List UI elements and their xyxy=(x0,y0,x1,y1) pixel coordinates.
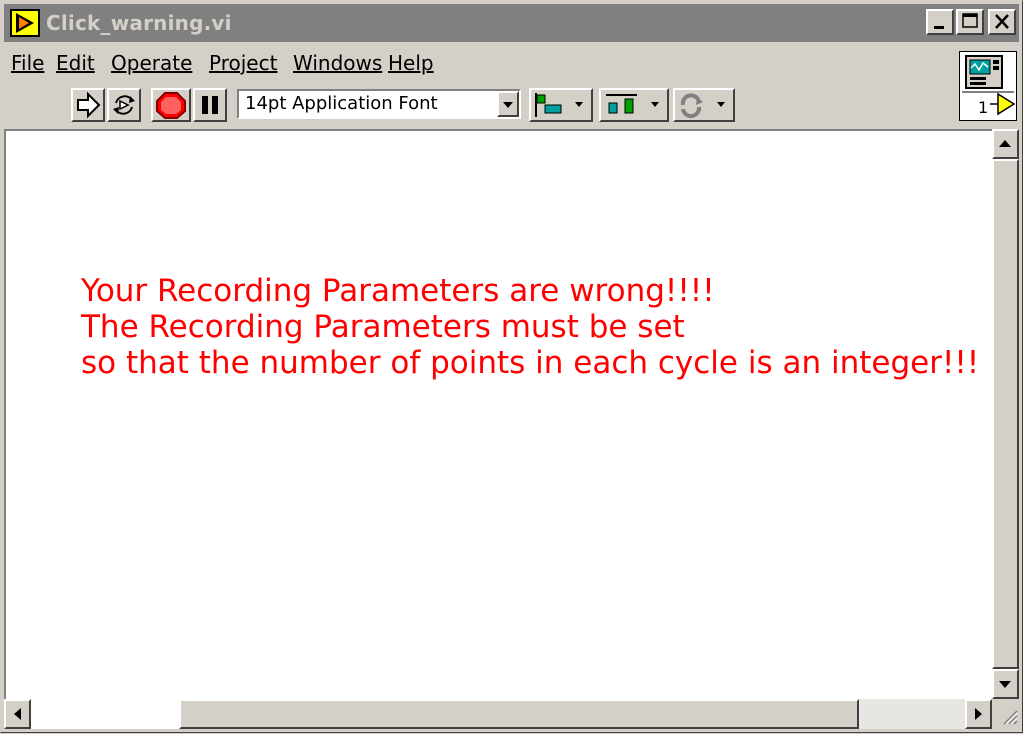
menu-file[interactable]: File xyxy=(11,51,44,75)
chevron-right-icon xyxy=(975,708,982,720)
menu-file-label: File xyxy=(11,51,45,75)
menu-windows-label: Windows xyxy=(293,51,383,75)
close-icon xyxy=(995,14,1009,29)
menu-help[interactable]: Help xyxy=(388,51,434,75)
scroll-left-button[interactable] xyxy=(4,699,31,729)
toolbar: 14pt Application Font xyxy=(1,81,951,125)
run-arrow-icon xyxy=(77,91,101,119)
pause-icon xyxy=(202,96,218,114)
chevron-left-icon xyxy=(14,708,21,720)
menu-edit[interactable]: Edit xyxy=(56,51,95,75)
abort-icon xyxy=(156,92,186,119)
horizontal-scrollbar[interactable] xyxy=(4,699,992,729)
chevron-down-icon xyxy=(503,102,513,108)
warning-line-1: Your Recording Parameters are wrong!!!! xyxy=(81,273,715,309)
align-objects-icon xyxy=(535,93,583,117)
menu-help-label: Help xyxy=(388,51,434,75)
scroll-up-button[interactable] xyxy=(992,129,1019,159)
font-ring-value: 14pt Application Font xyxy=(245,93,438,114)
minimize-button[interactable] xyxy=(926,9,954,35)
menu-windows[interactable]: Windows xyxy=(293,51,382,75)
chevron-down-icon xyxy=(999,681,1011,688)
run-button[interactable] xyxy=(71,88,105,122)
front-panel[interactable]: Your Recording Parameters are wrong!!!! … xyxy=(4,129,992,699)
menu-project-label: Project xyxy=(209,51,278,75)
warning-line-2: The Recording Parameters must be set xyxy=(81,309,685,345)
menu-edit-label: Edit xyxy=(56,51,95,75)
resize-grip-icon xyxy=(1003,710,1018,725)
warning-message: Your Recording Parameters are wrong!!!! … xyxy=(81,273,979,381)
vertical-scroll-thumb[interactable] xyxy=(992,159,1019,669)
reorder-icon xyxy=(680,93,725,119)
scroll-down-button[interactable] xyxy=(992,669,1019,699)
labview-vi-icon xyxy=(10,9,40,37)
menu-bar: File Edit Operate Project Windows Help xyxy=(4,45,944,77)
resize-grip[interactable] xyxy=(992,699,1019,729)
distribute-objects-button[interactable] xyxy=(599,88,669,122)
menu-operate-label: Operate xyxy=(111,51,193,75)
window-title: Click_warning.vi xyxy=(46,11,232,35)
run-continuously-icon xyxy=(113,95,135,115)
vi-window: Click_warning.vi File Edit Operate Proje… xyxy=(0,0,1023,733)
vertical-scrollbar[interactable] xyxy=(992,129,1019,699)
title-bar[interactable]: Click_warning.vi xyxy=(4,4,1019,42)
scroll-right-button[interactable] xyxy=(965,699,992,729)
maximize-icon xyxy=(962,13,978,28)
abort-button[interactable] xyxy=(151,88,191,122)
distribute-objects-icon xyxy=(606,94,659,114)
maximize-button[interactable] xyxy=(956,9,984,35)
font-ring-dropdown-button[interactable] xyxy=(497,91,519,117)
vi-connector-pane[interactable]: 1 xyxy=(959,51,1017,121)
minimize-icon xyxy=(934,26,944,29)
warning-line-3: so that the number of points in each cyc… xyxy=(81,345,980,381)
font-ring[interactable]: 14pt Application Font xyxy=(237,89,521,119)
reorder-button[interactable] xyxy=(673,88,735,122)
menu-operate[interactable]: Operate xyxy=(111,51,192,75)
align-objects-button[interactable] xyxy=(529,88,593,122)
pause-button[interactable] xyxy=(193,88,227,122)
close-button[interactable] xyxy=(988,9,1016,35)
menu-project[interactable]: Project xyxy=(209,51,277,75)
run-continuously-button[interactable] xyxy=(107,88,141,122)
connector-pane-number: 1 xyxy=(978,98,989,117)
chevron-up-icon xyxy=(999,140,1011,147)
horizontal-scroll-track-left[interactable] xyxy=(31,699,179,729)
horizontal-scroll-thumb[interactable] xyxy=(179,699,859,729)
